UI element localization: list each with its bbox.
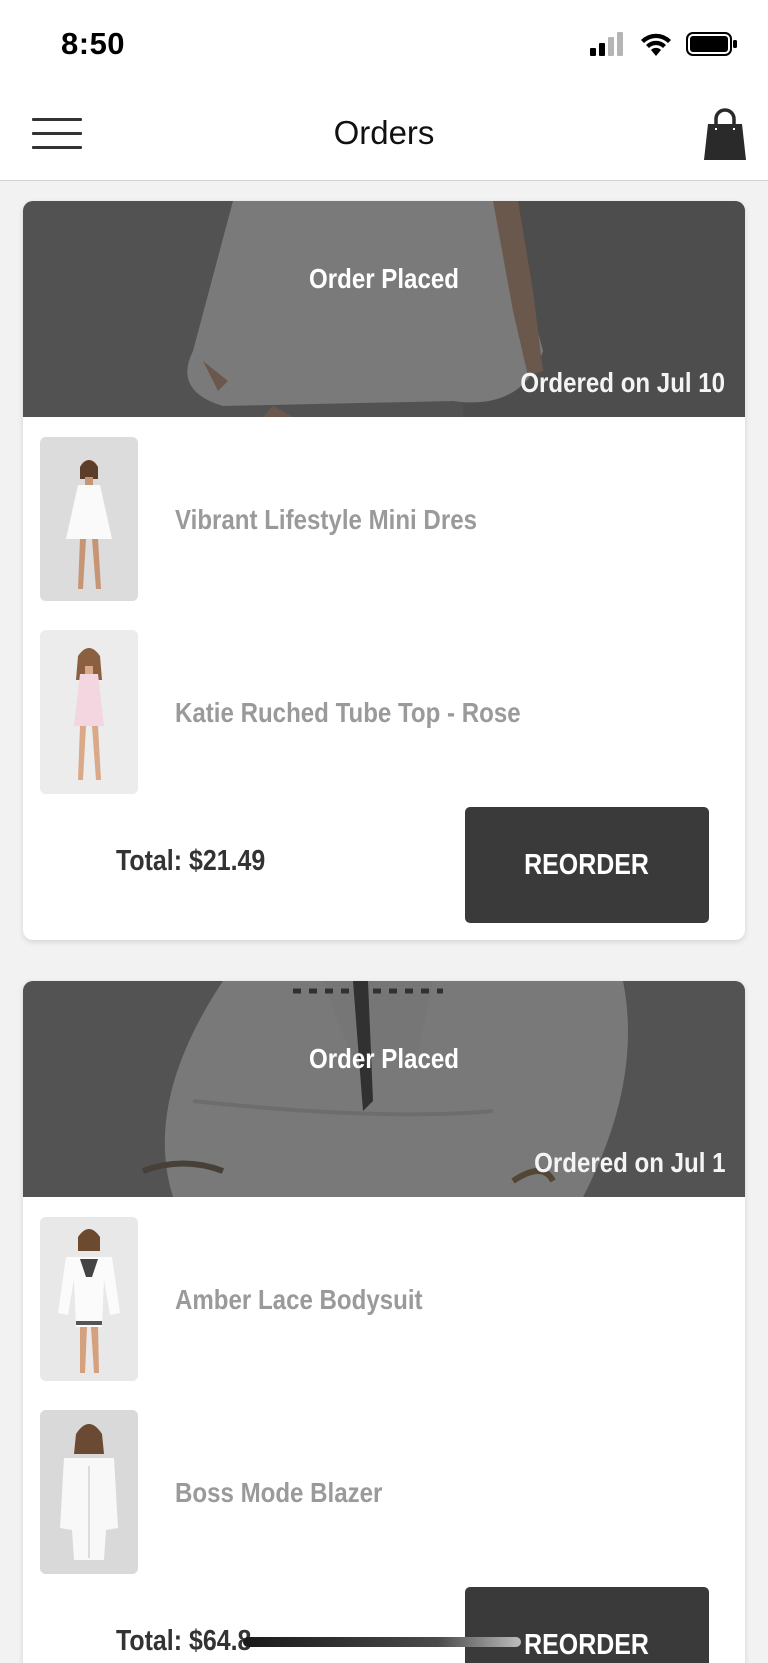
order-header: Order Placed Ordered on Jul 1 [23,981,745,1197]
cellular-signal-icon [590,32,623,56]
item-thumbnail [40,1217,138,1381]
item-name: Vibrant Lifestyle Mini Dres [175,504,477,535]
wifi-icon [641,33,671,56]
status-time: 8:50 [61,26,126,61]
order-footer: Total: $21.49 REORDER [23,803,745,940]
item-thumbnail [40,630,138,794]
order-card: Order Placed Ordered on Jul 10 Vibrant L… [23,201,745,940]
home-indicator[interactable] [243,1637,521,1647]
status-icons [590,32,738,56]
item-name: Boss Mode Blazer [175,1477,383,1508]
item-name: Amber Lace Bodysuit [175,1284,423,1315]
order-header: Order Placed Ordered on Jul 10 [23,201,745,417]
reorder-button[interactable]: REORDER [465,807,709,923]
order-date: Ordered on Jul 1 [533,1147,725,1178]
order-item[interactable]: Katie Ruched Tube Top - Rose [23,610,745,803]
reorder-label: REORDER [524,848,650,881]
order-date: Ordered on Jul 10 [520,367,725,398]
order-total: Total: $64.8 [116,1625,252,1657]
item-name: Katie Ruched Tube Top - Rose [175,697,521,728]
nav-bar: Orders [0,88,768,181]
battery-icon [686,32,737,56]
shopping-bag-icon[interactable] [700,108,750,160]
orders-list[interactable]: Order Placed Ordered on Jul 10 Vibrant L… [0,181,768,1663]
order-status: Order Placed [309,1043,459,1074]
item-thumbnail [40,1410,138,1574]
order-card: Order Placed Ordered on Jul 1 Amber Lace… [23,981,745,1663]
page-title: Orders [333,114,435,151]
order-item[interactable]: Boss Mode Blazer [23,1390,745,1583]
order-footer: Total: $64.8 REORDER [23,1583,745,1663]
item-thumbnail [40,437,138,601]
order-item[interactable]: Amber Lace Bodysuit [23,1197,745,1390]
order-item[interactable]: Vibrant Lifestyle Mini Dres [23,417,745,610]
status-bar: 8:50 [0,0,768,88]
order-total: Total: $21.49 [116,845,266,877]
reorder-button[interactable]: REORDER [465,1587,709,1663]
reorder-label: REORDER [524,1628,650,1661]
order-status: Order Placed [309,263,459,294]
